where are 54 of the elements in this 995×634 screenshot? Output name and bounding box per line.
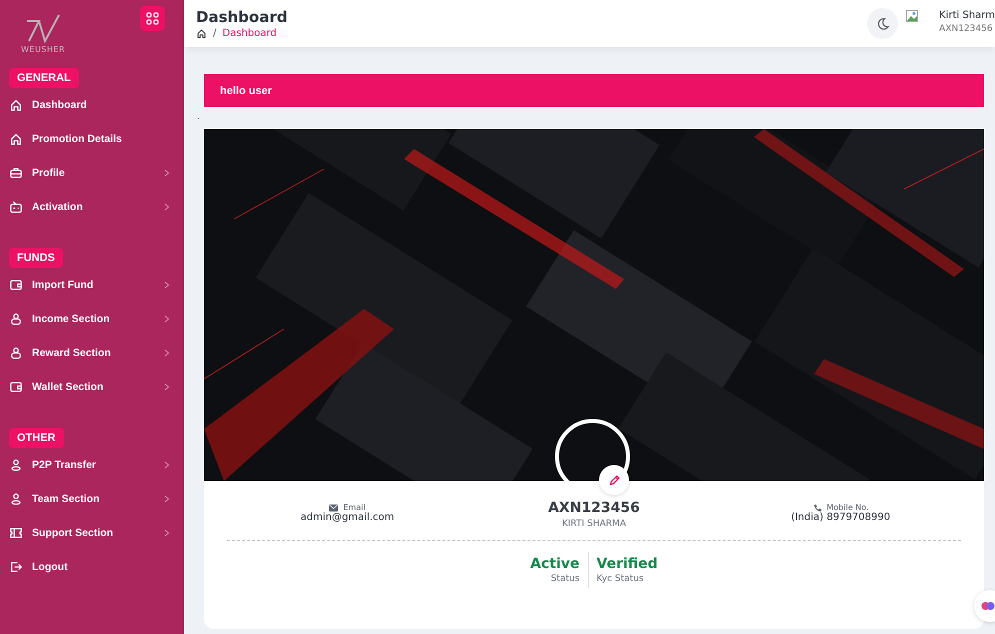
full-name: KIRTI SHARMA bbox=[562, 519, 626, 529]
logo-text: WEUSHER bbox=[20, 45, 66, 54]
email-icon bbox=[329, 504, 338, 512]
stray-mark: . bbox=[197, 113, 200, 123]
ticket-icon bbox=[9, 526, 23, 540]
section-label: OTHER bbox=[9, 428, 64, 448]
sidebar-item[interactable]: Activation bbox=[32, 201, 155, 213]
sidebar-item[interactable]: Reward Section bbox=[32, 347, 155, 359]
sidebar-item[interactable]: Dashboard bbox=[32, 99, 170, 111]
phone-icon bbox=[812, 504, 822, 512]
greeting-banner: hello user bbox=[204, 74, 984, 107]
wallet-icon bbox=[9, 278, 23, 292]
user-id[interactable]: AXN123456 bbox=[939, 24, 993, 34]
sidebar-item[interactable]: Profile bbox=[32, 167, 155, 179]
section-label: FUNDS bbox=[9, 248, 63, 268]
wallet-icon bbox=[9, 380, 23, 394]
field-label: Mobile No. bbox=[826, 503, 869, 512]
email-value: admin@gmail.com bbox=[300, 512, 394, 523]
sidebar-item[interactable]: Promotion Details bbox=[32, 133, 170, 145]
field-label: Email bbox=[343, 503, 366, 512]
broken-image-icon bbox=[906, 10, 918, 22]
mobile-value: (India) 8979708990 bbox=[791, 512, 890, 523]
sidebar-item[interactable]: Income Section bbox=[32, 313, 155, 325]
home-icon bbox=[9, 98, 23, 112]
radio-icon bbox=[9, 200, 23, 214]
sidebar-item[interactable]: Wallet Section bbox=[32, 381, 155, 393]
briefcase-icon bbox=[9, 166, 23, 180]
home-icon[interactable] bbox=[196, 28, 207, 39]
status-value: Active bbox=[530, 556, 580, 572]
sidebar-item[interactable]: Team Section bbox=[32, 493, 155, 505]
status-label: Kyc Status bbox=[596, 574, 645, 584]
home-icon bbox=[9, 132, 23, 146]
page-title: Dashboard bbox=[196, 8, 288, 26]
pencil-icon bbox=[608, 474, 620, 486]
grid-icon bbox=[146, 12, 159, 25]
sidebar-item[interactable]: Logout bbox=[32, 561, 170, 573]
breadcrumb-link[interactable]: Dashboard bbox=[222, 28, 277, 39]
section-label: GENERAL bbox=[9, 68, 79, 88]
theme-toggle-button[interactable] bbox=[867, 8, 898, 39]
user-id: AXN123456 bbox=[548, 500, 640, 516]
sidebar-item[interactable]: P2P Transfer bbox=[32, 459, 155, 471]
moon-icon bbox=[876, 16, 890, 30]
user-icon bbox=[9, 312, 23, 326]
user-icon bbox=[9, 458, 23, 472]
breadcrumb-separator: / bbox=[213, 28, 216, 39]
status-value: Verified bbox=[596, 556, 658, 572]
user-name[interactable]: Kirti Sharm bbox=[939, 10, 995, 20]
sidebar-item[interactable]: Import Fund bbox=[32, 279, 155, 291]
menu-button[interactable] bbox=[140, 6, 165, 31]
user-icon bbox=[9, 346, 23, 360]
logout-icon bbox=[9, 560, 23, 574]
status-label: Status bbox=[550, 574, 580, 584]
sidebar-item[interactable]: Support Section bbox=[32, 527, 155, 539]
user-icon bbox=[9, 492, 23, 506]
